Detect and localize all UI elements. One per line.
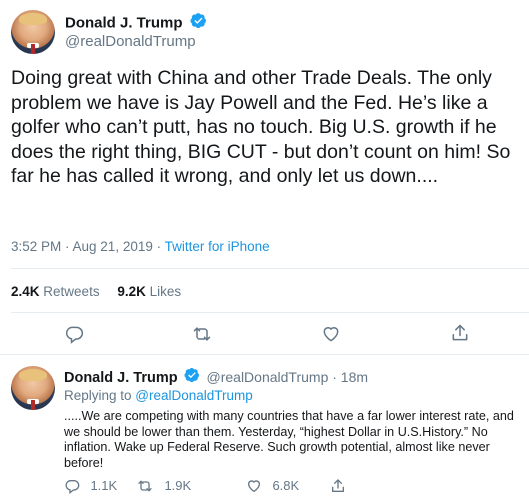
retweet-icon xyxy=(136,478,154,494)
reply-share-button[interactable] xyxy=(330,477,346,495)
main-handle[interactable]: @realDonaldTrump xyxy=(65,33,196,51)
reply-author-name[interactable]: Donald J. Trump xyxy=(64,370,178,386)
avatar-tie xyxy=(31,44,35,54)
main-tweet-text: Doing great with China and other Trade D… xyxy=(11,67,511,187)
avatar-hair xyxy=(18,368,48,381)
likes-count: 9.2K xyxy=(117,284,146,299)
divider-3 xyxy=(0,354,529,355)
reply-reply-count: 1.1K xyxy=(90,478,118,494)
retweets-stat[interactable]: 2.4K Retweets xyxy=(11,284,103,299)
retweet-icon[interactable] xyxy=(191,324,213,344)
avatar-tie xyxy=(31,400,35,410)
avatar-hair xyxy=(18,12,48,25)
avatar-main[interactable] xyxy=(11,10,55,54)
replying-to-line: Replying to @realDonaldTrump xyxy=(64,387,253,404)
avatar-reply[interactable] xyxy=(11,366,55,410)
reply-tweet-text: .....We are competing with many countrie… xyxy=(64,409,514,470)
reply-author-row: Donald J. Trump @realDonaldTrump · 18m xyxy=(64,367,368,387)
reply-retweet-button[interactable]: 1.9K xyxy=(136,477,191,495)
likes-stat[interactable]: 9.2K Likes xyxy=(117,284,181,299)
reply-reply-button[interactable]: 1.1K xyxy=(64,477,117,495)
share-icon[interactable] xyxy=(450,323,470,343)
reply-handle-time[interactable]: @realDonaldTrump · 18m xyxy=(207,369,369,385)
share-icon xyxy=(330,478,346,494)
reply-retweet-count: 1.9K xyxy=(164,478,192,494)
reply-like-button[interactable]: 6.8K xyxy=(246,477,299,495)
divider-2 xyxy=(11,312,529,313)
main-author-name[interactable]: Donald J. Trump xyxy=(65,15,183,32)
reply-like-count: 6.8K xyxy=(272,478,300,494)
main-source-link[interactable]: Twitter for iPhone xyxy=(165,239,270,254)
verified-badge-icon xyxy=(184,367,200,389)
main-tweet-meta: 3:52 PM · Aug 21, 2019 · Twitter for iPh… xyxy=(11,238,270,256)
like-icon[interactable] xyxy=(321,324,341,344)
divider-1 xyxy=(11,268,529,269)
retweets-label: Retweets xyxy=(43,284,100,299)
main-author-row: Donald J. Trump xyxy=(65,12,207,32)
replying-prefix: Replying to xyxy=(64,388,136,403)
like-icon xyxy=(246,478,262,494)
main-timestamp[interactable]: 3:52 PM · Aug 21, 2019 · xyxy=(11,239,165,254)
replying-to-link[interactable]: @realDonaldTrump xyxy=(135,388,253,403)
reply-icon xyxy=(64,478,80,494)
likes-label: Likes xyxy=(149,284,182,299)
verified-badge-icon xyxy=(190,12,207,35)
main-stats-row: 2.4K Retweets 9.2K Likes xyxy=(11,283,181,301)
retweets-count: 2.4K xyxy=(11,284,40,299)
reply-icon[interactable] xyxy=(64,324,84,344)
